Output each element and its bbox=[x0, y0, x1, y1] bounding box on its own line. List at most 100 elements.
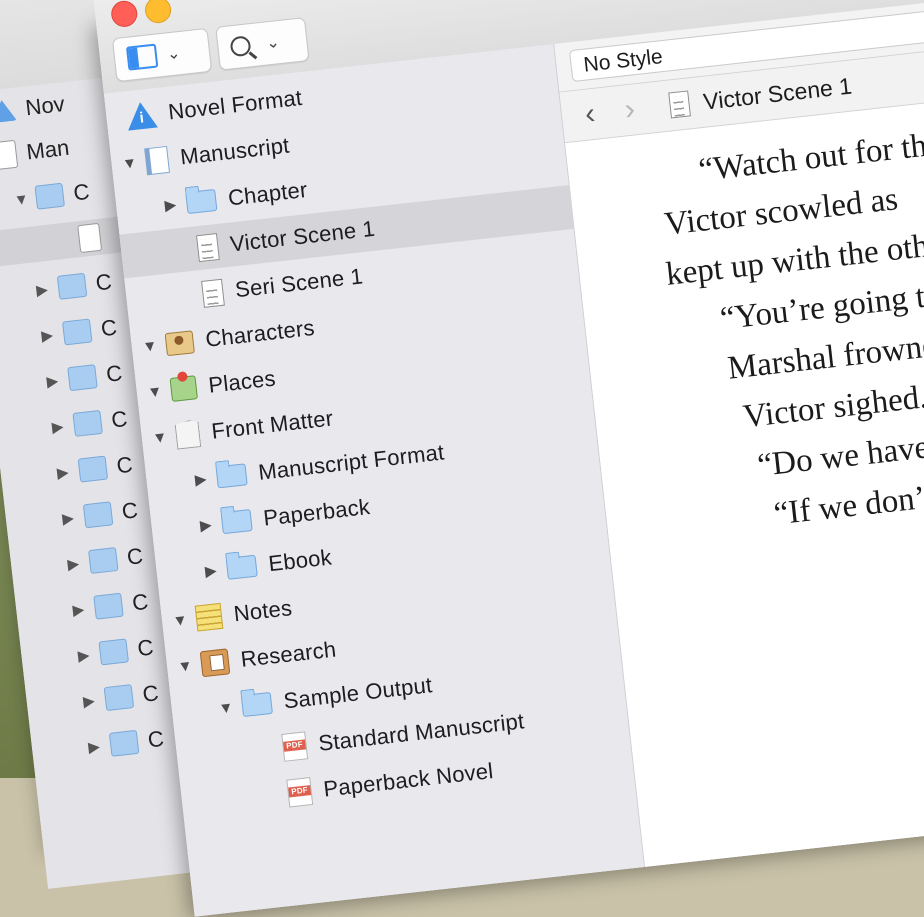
editor-text-line: Marshal frowne bbox=[725, 327, 924, 387]
folder-icon bbox=[185, 188, 218, 215]
manuscript-icon bbox=[144, 145, 170, 175]
folder-icon bbox=[72, 409, 103, 437]
view-mode-button[interactable]: ⌄ bbox=[111, 27, 213, 83]
document-icon bbox=[668, 90, 691, 119]
disclosure-down-icon[interactable]: ▼ bbox=[151, 428, 169, 447]
document-icon bbox=[195, 232, 220, 262]
background-row-label: C bbox=[141, 680, 160, 707]
folder-icon bbox=[34, 182, 65, 210]
forward-arrow-icon[interactable]: › bbox=[608, 91, 651, 129]
background-row-label: C bbox=[146, 725, 166, 753]
background-binder-row: ▶ C bbox=[81, 675, 160, 719]
disclosure-right-icon: ▶ bbox=[66, 555, 81, 574]
chevron-down-icon: ⌄ bbox=[166, 44, 182, 64]
background-binder-row: ▶ C bbox=[39, 310, 118, 354]
disclosure-right-icon[interactable]: ▶ bbox=[192, 469, 210, 489]
background-row-label: C bbox=[104, 360, 124, 387]
disclosure-down-icon[interactable]: ▼ bbox=[217, 699, 235, 718]
background-row-label: C bbox=[110, 405, 129, 433]
disclosure-right-icon: ▶ bbox=[77, 646, 91, 665]
background-binder-row: ▶ C bbox=[86, 721, 165, 765]
folder-icon bbox=[82, 501, 114, 529]
background-row-label: C bbox=[115, 451, 134, 479]
places-icon bbox=[169, 375, 198, 402]
folder-icon bbox=[77, 455, 109, 483]
info-warning-icon: i bbox=[125, 101, 158, 131]
background-row-label: Nov bbox=[24, 91, 66, 121]
background-binder-row: ▶ C bbox=[50, 401, 129, 445]
front-matter-icon bbox=[174, 419, 201, 449]
disclosure-right-icon: ▶ bbox=[82, 692, 96, 711]
editor-text-line: “Watch out for th bbox=[696, 127, 924, 189]
binder-item-label: Notes bbox=[232, 595, 294, 627]
folder-icon bbox=[220, 509, 253, 535]
binder-sidebar: i Novel Format ▼ Manuscript ▶ Chapter Vi… bbox=[103, 43, 650, 917]
disclosure-right-icon: ▶ bbox=[45, 372, 60, 391]
disclosure-right-icon: ▶ bbox=[40, 326, 54, 345]
binder-item-label: Characters bbox=[204, 314, 316, 352]
binder-item-label: Sample Output bbox=[282, 672, 434, 714]
background-binder-row: ▶ C bbox=[45, 355, 124, 399]
manuscript-icon bbox=[0, 139, 19, 171]
disclosure-down-icon[interactable]: ▼ bbox=[171, 611, 189, 630]
background-row-label: C bbox=[94, 268, 114, 296]
pdf-icon bbox=[281, 731, 309, 762]
binder-item-label: Ebook bbox=[267, 544, 333, 577]
background-binder-row: ▶ C bbox=[60, 492, 139, 536]
pdf-icon bbox=[286, 777, 314, 808]
binder-item-label: Places bbox=[207, 365, 277, 398]
disclosure-down-icon[interactable]: ▼ bbox=[146, 382, 164, 401]
folder-icon bbox=[56, 272, 88, 300]
background-binder-row: ▶ C bbox=[55, 447, 134, 491]
disclosure-right-icon[interactable]: ▶ bbox=[197, 515, 215, 535]
background-binder-row: ▼Man bbox=[0, 130, 71, 177]
sidebar-icon bbox=[125, 43, 159, 71]
disclosure-right-icon[interactable]: ▶ bbox=[162, 195, 180, 215]
folder-icon bbox=[215, 463, 248, 489]
editor-text-line: “If we don’t, h bbox=[772, 475, 924, 533]
folder-icon bbox=[98, 638, 129, 666]
disclosure-right-icon: ▶ bbox=[50, 418, 65, 437]
background-binder-row: ▶ C bbox=[65, 538, 144, 582]
disclosure-right-icon: ▶ bbox=[35, 281, 49, 300]
binder-item-label: Manuscript bbox=[178, 132, 291, 170]
binder-item-label: Research bbox=[239, 636, 338, 672]
disclosure-down-icon[interactable]: ▼ bbox=[121, 154, 139, 173]
scrivener-window: ⌄ ⌄ i Novel Format ▼ Manuscript ▶ Chapte… bbox=[91, 0, 924, 917]
folder-icon bbox=[93, 592, 124, 620]
document-icon bbox=[77, 222, 103, 254]
binder-item-label: Front Matter bbox=[210, 405, 335, 444]
chevron-down-icon: ⌄ bbox=[265, 34, 281, 53]
background-binder-row: ▶ C bbox=[34, 264, 113, 308]
background-row-label: C bbox=[136, 634, 155, 662]
document-icon bbox=[201, 278, 225, 308]
back-arrow-icon[interactable]: ‹ bbox=[568, 95, 611, 133]
disclosure-down-icon[interactable]: ▼ bbox=[176, 657, 194, 676]
editor-text-line: “You’re going to bbox=[718, 277, 924, 338]
background-row-label: C bbox=[99, 314, 119, 342]
search-button[interactable]: ⌄ bbox=[215, 17, 310, 71]
editor-document-title[interactable]: Victor Scene 1 bbox=[702, 72, 853, 115]
binder-item-label: Victor Scene 1 bbox=[228, 215, 377, 257]
folder-icon bbox=[67, 364, 98, 392]
minimize-window-button[interactable] bbox=[143, 0, 173, 25]
info-warning-icon bbox=[0, 99, 17, 124]
binder-item-label: Seri Scene 1 bbox=[233, 263, 365, 303]
disclosure-right-icon: ▶ bbox=[61, 509, 75, 528]
background-row-label: C bbox=[120, 497, 140, 525]
disclosure-down-icon[interactable]: ▼ bbox=[141, 337, 159, 356]
background-row-label: Man bbox=[25, 134, 71, 165]
close-window-button[interactable] bbox=[109, 0, 139, 29]
editor-text-line: “Do we have to bbox=[755, 426, 924, 484]
background-row-label: C bbox=[125, 543, 145, 570]
background-binder-row: ▶ C bbox=[76, 630, 155, 674]
folder-icon bbox=[225, 554, 258, 580]
disclosure-right-icon: ▶ bbox=[56, 463, 70, 483]
disclosure-right-icon[interactable]: ▶ bbox=[202, 561, 220, 581]
disclosure-right-icon: ▶ bbox=[87, 738, 101, 757]
search-icon bbox=[229, 35, 252, 58]
folder-icon bbox=[103, 684, 135, 712]
binder-item-label: Paperback Novel bbox=[322, 758, 495, 802]
background-row-label: C bbox=[130, 588, 150, 616]
background-row-label: C bbox=[72, 178, 91, 206]
